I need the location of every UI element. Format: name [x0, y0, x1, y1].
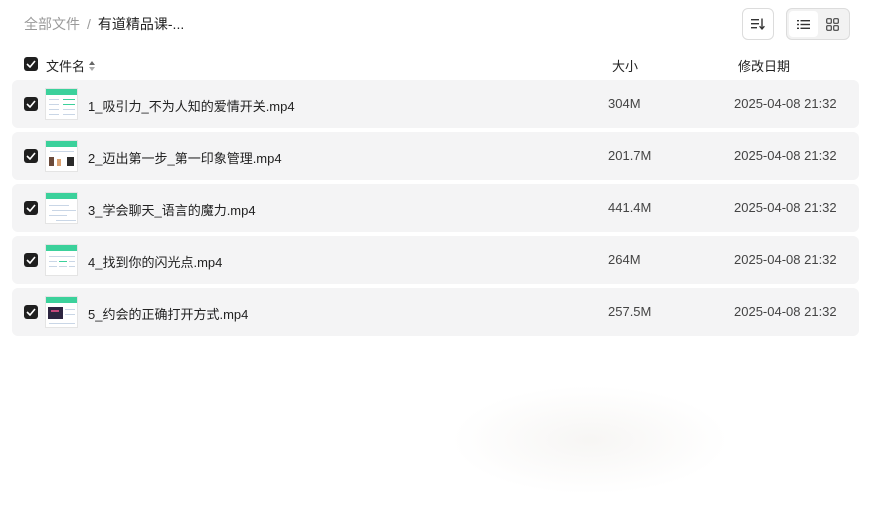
file-row[interactable]: 2_迈出第一步_第一印象管理.mp4 201.7M 2025-04-08 21:…: [12, 132, 859, 180]
sort-toggle-icon: [89, 60, 96, 71]
video-thumbnail: [45, 244, 78, 276]
column-header-size[interactable]: 大小: [612, 56, 638, 75]
check-icon: [26, 256, 36, 264]
view-toolbar: [742, 8, 850, 40]
sort-button[interactable]: [742, 8, 774, 40]
video-thumbnail: [45, 88, 78, 120]
file-date: 2025-04-08 21:32: [734, 200, 837, 215]
file-name[interactable]: 3_学会聊天_语言的魔力.mp4: [88, 200, 256, 219]
file-size: 304M: [608, 96, 641, 111]
row-checkbox[interactable]: [24, 149, 38, 163]
column-header-name-label: 文件名: [46, 59, 86, 74]
list-view-button[interactable]: [789, 11, 818, 37]
check-icon: [26, 152, 36, 160]
column-header-date[interactable]: 修改日期: [738, 56, 790, 75]
breadcrumb-root-link[interactable]: 全部文件: [24, 14, 80, 34]
file-date: 2025-04-08 21:32: [734, 148, 837, 163]
video-thumbnail: [45, 296, 78, 328]
file-row[interactable]: 4_找到你的闪光点.mp4 264M 2025-04-08 21:32: [12, 236, 859, 284]
video-thumbnail: [45, 192, 78, 224]
check-icon: [26, 60, 36, 68]
column-header-name[interactable]: 文件名: [46, 56, 96, 75]
grid-view-button[interactable]: [818, 11, 847, 37]
file-name[interactable]: 1_吸引力_不为人知的爱情开关.mp4: [88, 96, 295, 115]
file-name[interactable]: 5_约会的正确打开方式.mp4: [88, 304, 248, 323]
list-view-icon: [797, 19, 810, 29]
background-glow: [450, 385, 730, 495]
file-date: 2025-04-08 21:32: [734, 304, 837, 319]
file-size: 257.5M: [608, 304, 652, 319]
video-thumbnail: [45, 140, 78, 172]
file-name[interactable]: 2_迈出第一步_第一印象管理.mp4: [88, 148, 282, 167]
file-size: 441.4M: [608, 200, 652, 215]
file-name[interactable]: 4_找到你的闪光点.mp4: [88, 252, 222, 271]
file-size: 201.7M: [608, 148, 652, 163]
file-size: 264M: [608, 252, 641, 267]
grid-view-icon: [826, 17, 839, 31]
file-date: 2025-04-08 21:32: [734, 252, 837, 267]
file-row[interactable]: 5_约会的正确打开方式.mp4 257.5M 2025-04-08 21:32: [12, 288, 859, 336]
breadcrumb-current: 有道精品课-...: [97, 16, 185, 32]
file-row[interactable]: 3_学会聊天_语言的魔力.mp4 441.4M 2025-04-08 21:32: [12, 184, 859, 232]
check-icon: [26, 204, 36, 212]
select-all-checkbox[interactable]: [24, 57, 38, 71]
breadcrumb-separator: /: [87, 16, 91, 32]
row-checkbox[interactable]: [24, 201, 38, 215]
file-date: 2025-04-08 21:32: [734, 96, 837, 111]
sort-icon: [751, 18, 765, 30]
row-checkbox[interactable]: [24, 97, 38, 111]
table-header: 文件名 大小 修改日期: [12, 55, 859, 75]
breadcrumb: 全部文件 / 有道精品课-...: [24, 15, 184, 33]
row-checkbox[interactable]: [24, 253, 38, 267]
view-toggle: [786, 8, 850, 40]
check-icon: [26, 308, 36, 316]
row-checkbox[interactable]: [24, 305, 38, 319]
file-list: 1_吸引力_不为人知的爱情开关.mp4 304M 2025-04-08 21:3…: [12, 80, 859, 340]
check-icon: [26, 100, 36, 108]
file-row[interactable]: 1_吸引力_不为人知的爱情开关.mp4 304M 2025-04-08 21:3…: [12, 80, 859, 128]
